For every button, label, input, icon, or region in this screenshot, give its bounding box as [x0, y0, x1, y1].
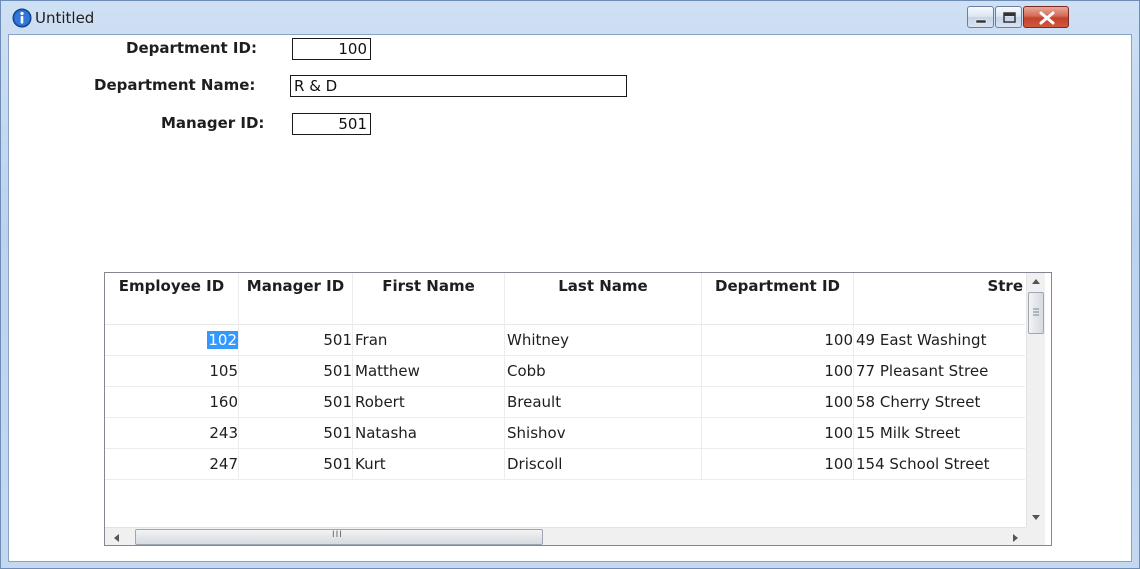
department-id-field[interactable]: 100 — [292, 38, 371, 60]
cell-street[interactable]: 154 School Street — [854, 449, 1025, 480]
column-header-manager-id[interactable]: Manager ID — [239, 273, 353, 325]
manager-id-label: Manager ID: — [161, 114, 265, 132]
cell-employee-id[interactable]: 105 — [105, 356, 239, 387]
manager-id-field[interactable]: 501 — [292, 113, 371, 135]
cell-manager-id[interactable]: 501 — [239, 325, 353, 356]
cell-employee-id[interactable]: 243 — [105, 418, 239, 449]
cell-street[interactable]: 58 Cherry Street — [854, 387, 1025, 418]
vertical-scrollbar[interactable] — [1026, 273, 1045, 527]
department-id-label: Department ID: — [126, 39, 257, 57]
cell-employee-id[interactable]: 160 — [105, 387, 239, 418]
column-header-street[interactable]: Stre — [854, 273, 1025, 325]
cell-department-id[interactable]: 100 — [702, 418, 854, 449]
column-header-employee-id[interactable]: Employee ID — [105, 273, 239, 325]
table-row[interactable]: 243 501 Natasha Shishov 100 15 Milk Stre… — [105, 418, 1025, 449]
table-row[interactable]: 102 501 Fran Whitney 100 49 East Washing… — [105, 325, 1025, 356]
cell-first-name[interactable]: Kurt — [353, 449, 505, 480]
close-button[interactable] — [1023, 6, 1069, 28]
grip-text: III — [332, 530, 343, 540]
column-header-last-name[interactable]: Last Name — [505, 273, 702, 325]
cell-manager-id[interactable]: 501 — [239, 387, 353, 418]
cell-employee-id[interactable]: 247 — [105, 449, 239, 480]
close-icon — [1039, 11, 1055, 25]
grip-icon — [1033, 308, 1039, 316]
cell-first-name[interactable]: Matthew — [353, 356, 505, 387]
vertical-scroll-thumb[interactable] — [1028, 292, 1044, 334]
cell-first-name[interactable]: Fran — [353, 325, 505, 356]
cell-manager-id[interactable]: 501 — [239, 449, 353, 480]
maximize-icon — [1003, 12, 1016, 23]
cell-department-id[interactable]: 100 — [702, 356, 854, 387]
employee-grid[interactable]: Employee ID Manager ID First Name Last N… — [104, 272, 1052, 546]
cell-first-name[interactable]: Natasha — [353, 418, 505, 449]
cell-street[interactable]: 77 Pleasant Stree — [854, 356, 1025, 387]
cell-last-name[interactable]: Shishov — [505, 418, 702, 449]
cell-employee-id[interactable]: 102 — [105, 325, 239, 356]
department-name-field[interactable]: R & D — [290, 75, 627, 97]
table-row[interactable]: 105 501 Matthew Cobb 100 77 Pleasant Str… — [105, 356, 1025, 387]
cell-last-name[interactable]: Breault — [505, 387, 702, 418]
cell-last-name[interactable]: Whitney — [505, 325, 702, 356]
scroll-left-icon[interactable] — [113, 533, 121, 543]
cell-department-id[interactable]: 100 — [702, 387, 854, 418]
window-title: Untitled — [35, 9, 95, 27]
cell-first-name[interactable]: Robert — [353, 387, 505, 418]
horizontal-scroll-thumb[interactable]: III — [135, 529, 543, 545]
cell-street[interactable]: 15 Milk Street — [854, 418, 1025, 449]
grid-header: Employee ID Manager ID First Name Last N… — [105, 273, 1025, 325]
cell-street[interactable]: 49 East Washingt — [854, 325, 1025, 356]
selected-cell-text[interactable]: 102 — [207, 331, 238, 349]
cell-department-id[interactable]: 100 — [702, 325, 854, 356]
department-name-label: Department Name: — [94, 76, 256, 94]
info-icon — [12, 8, 32, 28]
scrollbar-corner — [1026, 527, 1045, 545]
scroll-right-icon[interactable] — [1011, 533, 1019, 543]
maximize-button[interactable] — [995, 6, 1022, 28]
cell-department-id[interactable]: 100 — [702, 449, 854, 480]
table-row[interactable]: 160 501 Robert Breault 100 58 Cherry Str… — [105, 387, 1025, 418]
column-header-department-id[interactable]: Department ID — [702, 273, 854, 325]
form-client-area: Department ID: 100 Department Name: R & … — [8, 34, 1132, 562]
minimize-button[interactable] — [967, 6, 994, 28]
scroll-up-icon[interactable] — [1031, 278, 1041, 286]
minimize-icon — [975, 19, 987, 24]
title-bar[interactable]: Untitled — [1, 1, 1139, 35]
cell-last-name[interactable]: Cobb — [505, 356, 702, 387]
table-row[interactable]: 247 501 Kurt Driscoll 100 154 School Str… — [105, 449, 1025, 480]
scroll-down-icon[interactable] — [1031, 513, 1041, 521]
app-window: Untitled Department ID: 100 Department N… — [0, 0, 1140, 569]
cell-last-name[interactable]: Driscoll — [505, 449, 702, 480]
cell-manager-id[interactable]: 501 — [239, 418, 353, 449]
column-header-first-name[interactable]: First Name — [353, 273, 505, 325]
horizontal-scrollbar[interactable]: III — [105, 527, 1026, 545]
cell-manager-id[interactable]: 501 — [239, 356, 353, 387]
